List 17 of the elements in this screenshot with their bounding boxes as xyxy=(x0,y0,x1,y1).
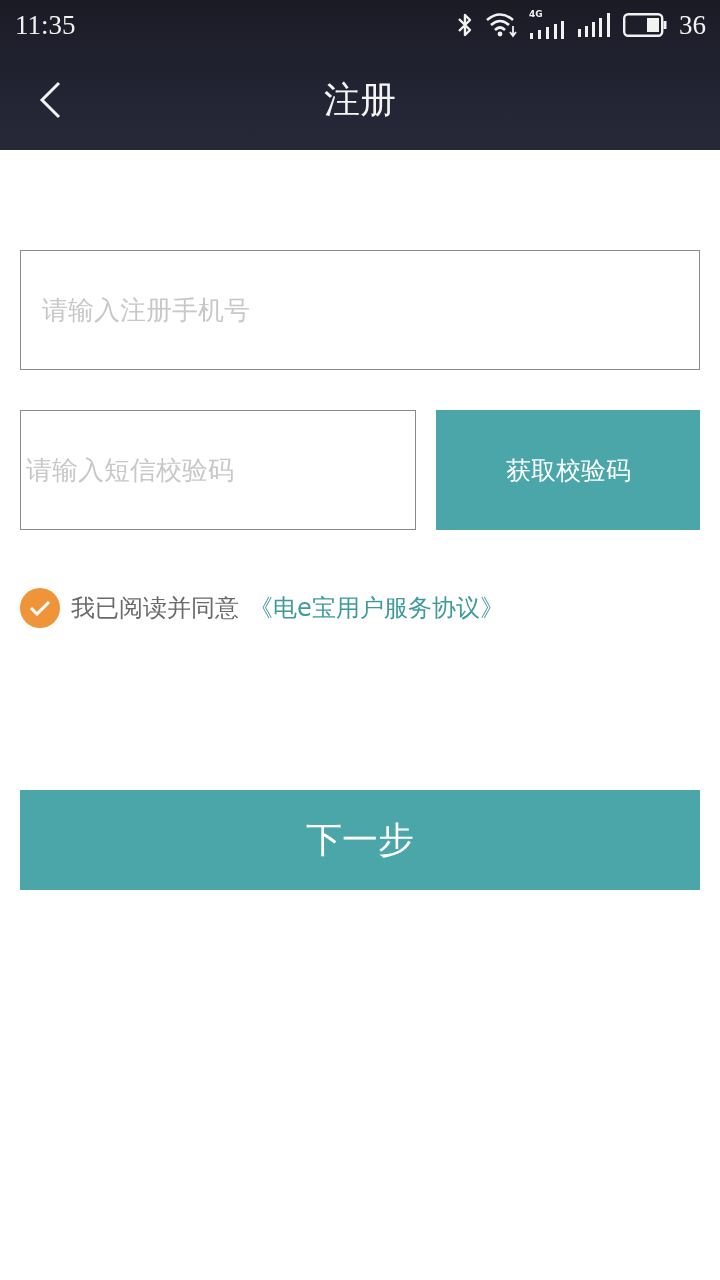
battery-icon xyxy=(623,13,667,37)
network-type-label: 4G xyxy=(529,9,543,19)
wifi-icon xyxy=(485,12,517,38)
agreement-text: 我已阅读并同意 xyxy=(71,593,239,624)
bluetooth-icon xyxy=(457,12,473,38)
next-step-button[interactable]: 下一步 xyxy=(20,790,700,890)
get-code-button[interactable]: 获取校验码 xyxy=(436,410,700,530)
battery-percent: 36 xyxy=(679,9,706,41)
status-time: 11:35 xyxy=(15,9,76,41)
checkmark-icon xyxy=(29,600,51,616)
back-button[interactable] xyxy=(38,80,62,120)
back-chevron-icon xyxy=(39,81,61,119)
agreement-checkbox[interactable] xyxy=(20,588,60,628)
user-agreement-link[interactable]: 《电e宝用户服务协议》 xyxy=(249,592,504,624)
signal-icon xyxy=(577,13,611,37)
page-title: 注册 xyxy=(324,78,396,122)
signal-icon xyxy=(529,21,565,39)
